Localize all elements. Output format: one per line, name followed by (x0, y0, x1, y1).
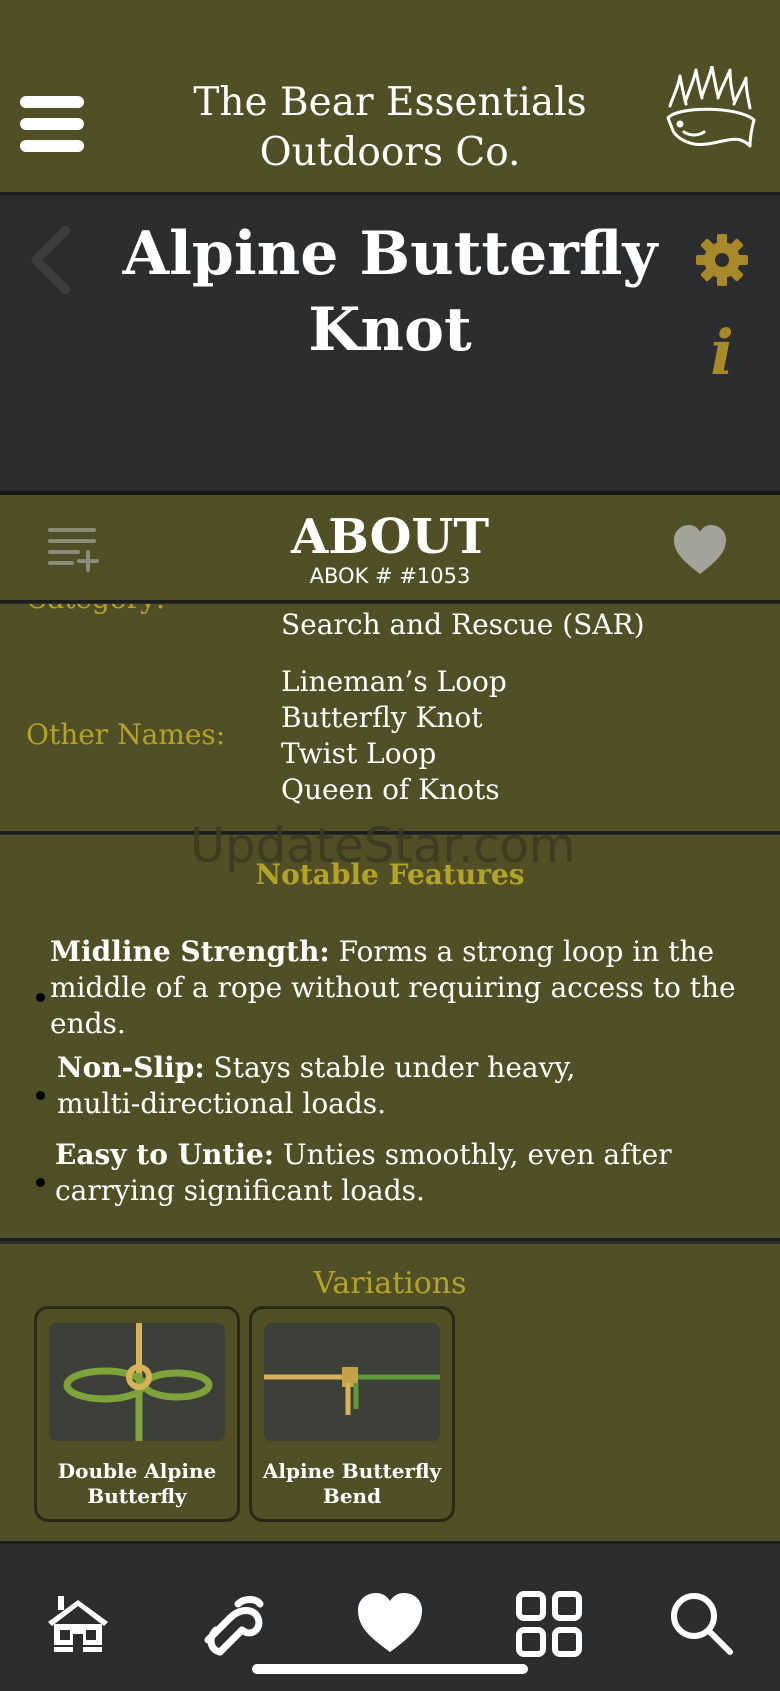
knot-title: Alpine Butterfly Knot (120, 216, 660, 368)
search-icon[interactable] (668, 1590, 736, 1658)
other-name-item: Lineman’s Loop (281, 665, 507, 698)
bullet-dot (36, 1178, 45, 1187)
variations-title: Variations (313, 1266, 467, 1301)
variation-label: Double Alpine Butterfly (57, 1459, 217, 1508)
abok-number: ABOK # #1053 (309, 564, 471, 588)
knot-title-line-1: Alpine Butterfly (122, 219, 658, 289)
favorite-heart-icon[interactable] (672, 524, 728, 576)
watermark: UpdateStar.com (190, 818, 576, 874)
rope-knot-icon[interactable] (200, 1590, 268, 1658)
feature-item: Non-Slip: Stays stable under heavy, mult… (57, 1050, 617, 1122)
brand-name: The Bear Essentials Outdoors Co. (150, 78, 630, 178)
home-indicator[interactable] (252, 1664, 528, 1674)
brand-line-2: Outdoors Co. (259, 130, 521, 175)
other-names-list: Lineman’s Loop Butterfly Knot Twist Loop… (281, 664, 507, 808)
other-name-item: Twist Loop (281, 737, 437, 770)
variation-label: Alpine Butterfly Bend (262, 1459, 442, 1508)
playlist-add-icon[interactable] (48, 526, 100, 572)
double-alpine-butterfly-thumbnail (49, 1323, 225, 1441)
home-cabin-icon[interactable] (44, 1590, 112, 1658)
heart-icon[interactable] (356, 1590, 424, 1658)
gear-icon[interactable] (694, 232, 750, 288)
bullet-dot (36, 993, 45, 1002)
alpine-butterfly-bend-thumbnail (264, 1323, 440, 1441)
feature-name: Midline Strength: (50, 935, 330, 968)
feature-name: Easy to Untie: (55, 1138, 275, 1171)
info-icon[interactable]: i (700, 322, 744, 384)
feature-name: Non-Slip: (57, 1051, 205, 1084)
hamburger-menu-icon[interactable] (20, 96, 84, 154)
feature-item: Midline Strength: Forms a strong loop in… (50, 934, 750, 1042)
category-label: Category: (26, 604, 165, 615)
other-name-item: Butterfly Knot (281, 701, 483, 734)
knot-title-line-2: Knot (308, 295, 472, 365)
bear-paw-icon (666, 66, 756, 148)
bullet-dot (36, 1091, 45, 1100)
variation-thumbnail (264, 1323, 440, 1441)
other-names-label: Other Names: (26, 718, 226, 751)
grid-icon[interactable] (515, 1590, 583, 1658)
feature-item: Easy to Untie: Unties smoothly, even aft… (55, 1137, 675, 1209)
variation-card-alpine-butterfly-bend[interactable]: Alpine Butterfly Bend (249, 1306, 455, 1522)
variation-thumbnail (49, 1323, 225, 1441)
category-value: Search and Rescue (SAR) (281, 608, 645, 641)
variation-card-double-alpine-butterfly[interactable]: Double Alpine Butterfly (34, 1306, 240, 1522)
details-section: Category: Search and Rescue (SAR) Other … (0, 604, 780, 834)
chevron-left-icon[interactable] (26, 224, 76, 296)
about-title: ABOUT (290, 509, 490, 565)
brand-line-1: The Bear Essentials (193, 80, 587, 125)
other-name-item: Queen of Knots (281, 773, 500, 806)
